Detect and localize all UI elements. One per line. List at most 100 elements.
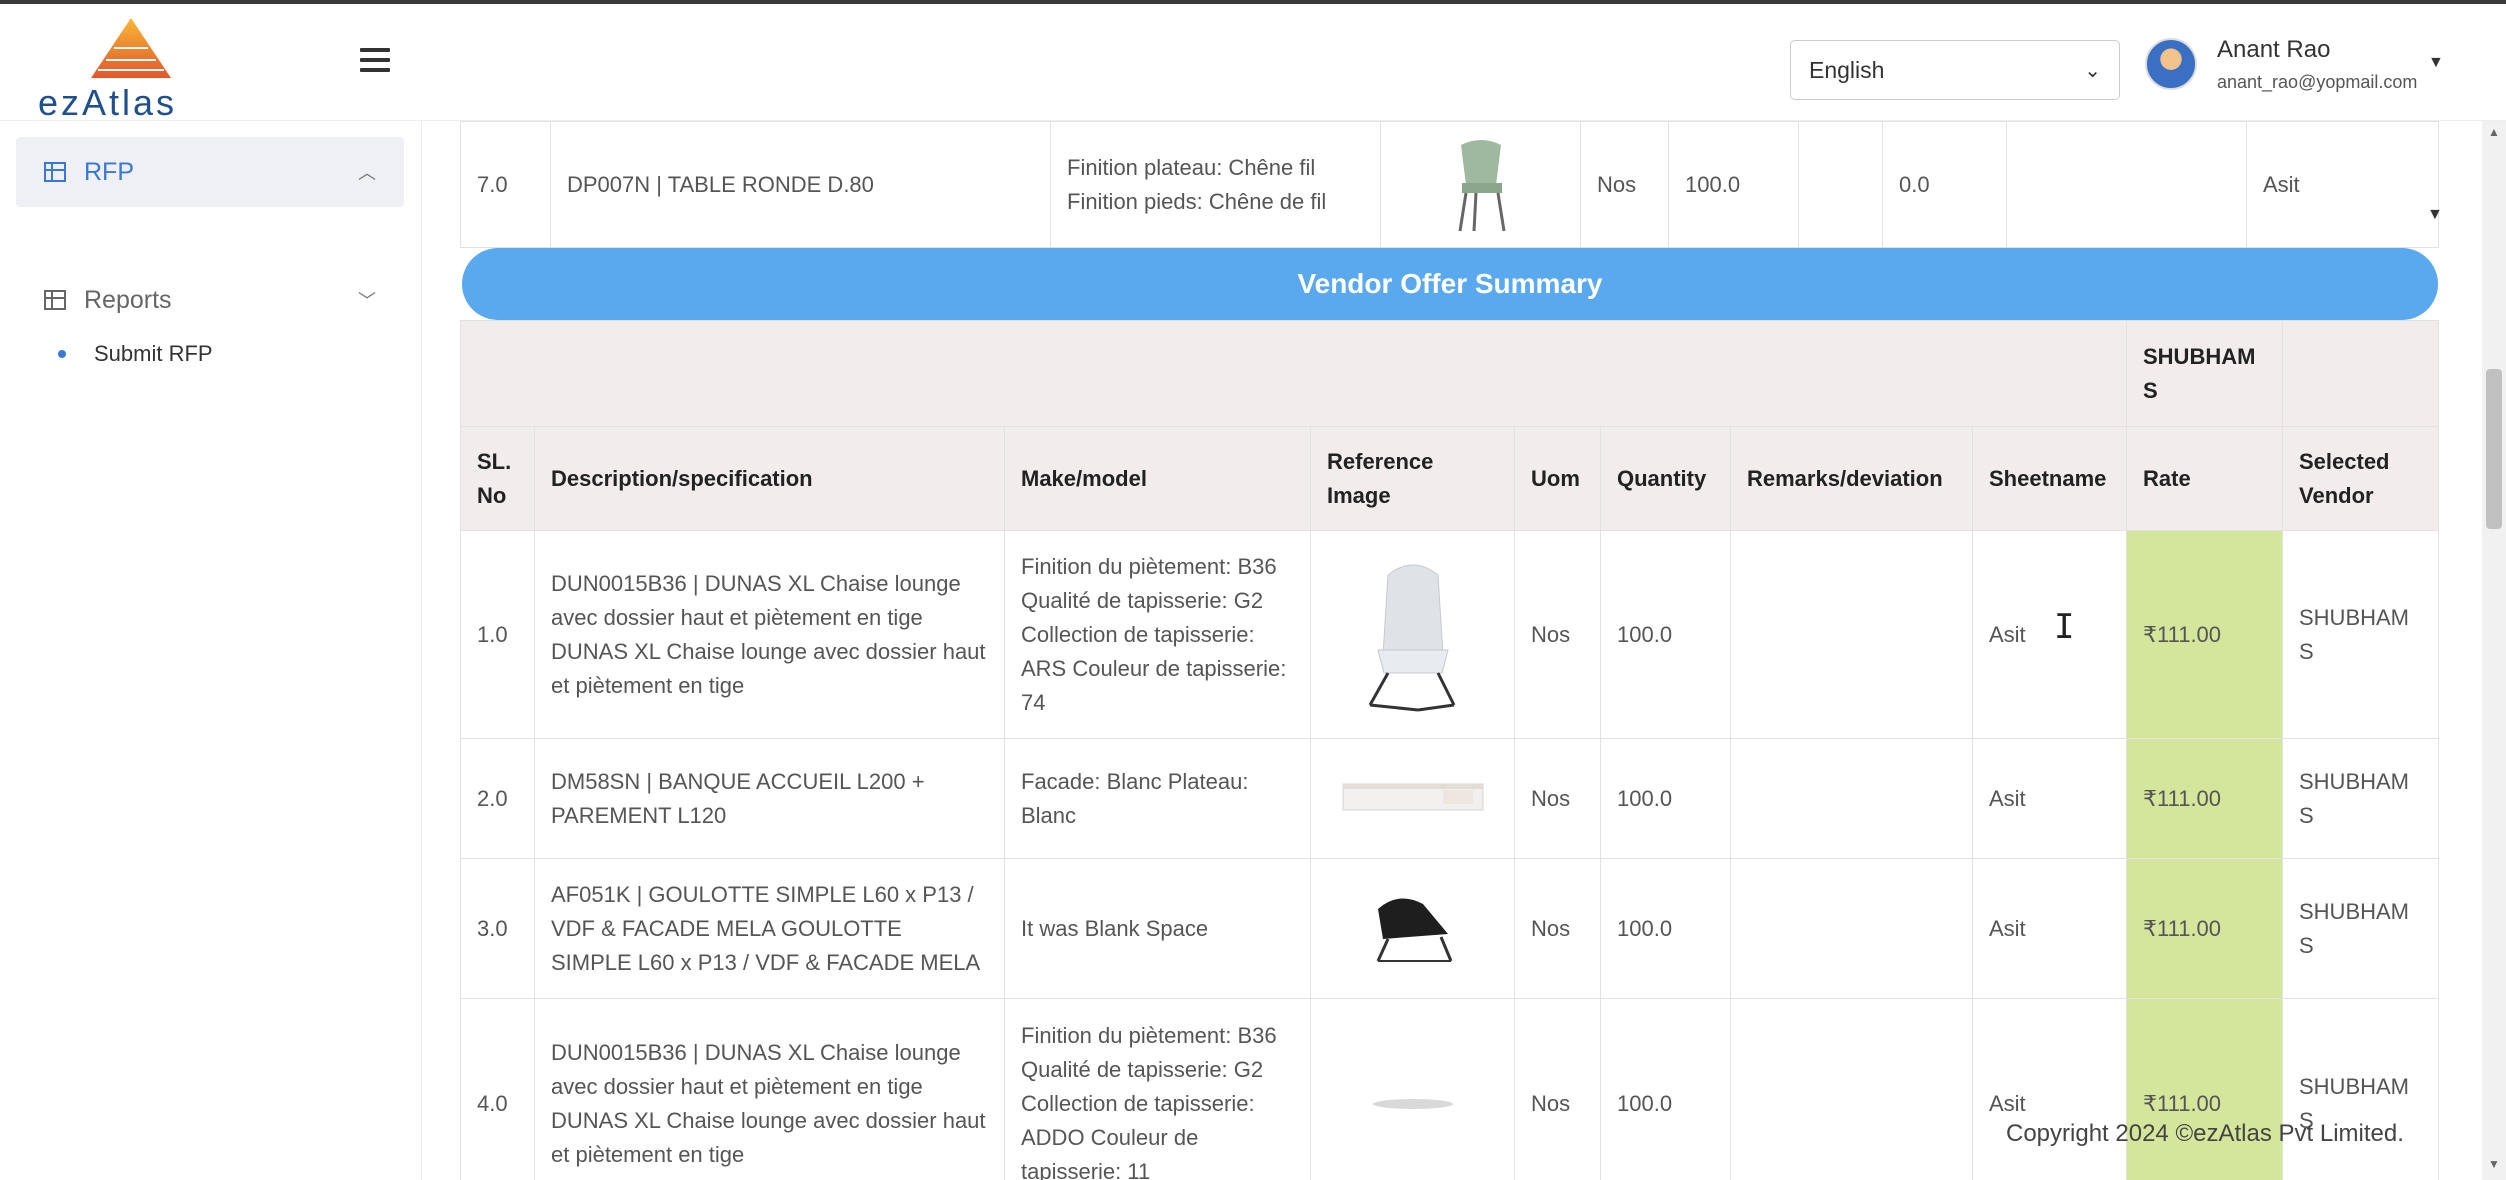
sidebar-item-label: RFP bbox=[84, 157, 134, 186]
table-row: 7.0 DP007N | TABLE RONDE D.80 Finition p… bbox=[460, 121, 2439, 248]
chevron-up-icon: ︿ bbox=[358, 163, 376, 183]
col-header-uom: Uom bbox=[1514, 426, 1601, 531]
vendor-header-row: SHUBHAMS bbox=[460, 320, 2439, 427]
description-cell: DP007N | TABLE RONDE D.80 bbox=[550, 121, 1051, 248]
reception-desk-image bbox=[1342, 783, 1483, 810]
sidebar-subitem-submit-rfp[interactable]: Submit RFP bbox=[58, 341, 213, 367]
reference-image-cell bbox=[1310, 738, 1515, 859]
rate-cell: ₹111.00 bbox=[2126, 858, 2283, 999]
user-name: Anant Rao bbox=[2217, 36, 2331, 63]
sl-cell: 7.0 bbox=[460, 121, 551, 248]
header-spacer bbox=[460, 320, 2127, 427]
main-content: 7.0 DP007N | TABLE RONDE D.80 Finition p… bbox=[460, 121, 2440, 1180]
col-header-quantity: Quantity bbox=[1600, 426, 1731, 531]
chair-green-image bbox=[1458, 139, 1505, 231]
col-header-make: Make/model bbox=[1004, 426, 1311, 531]
make-cell: It was Blank Space bbox=[1004, 858, 1311, 999]
quantity-cell: 100.0 bbox=[1600, 738, 1731, 859]
reference-image-cell bbox=[1310, 858, 1515, 999]
rate-cell: ₹111.00 bbox=[2126, 738, 2283, 859]
selected-vendor-cell: SHUBHAMS bbox=[2282, 998, 2439, 1180]
col-header-sheetname: Sheetname bbox=[1972, 426, 2127, 531]
sl-cell: 4.0 bbox=[460, 998, 535, 1180]
description-cell: DUN0015B36 | DUNAS XL Chaise lounge avec… bbox=[534, 998, 1005, 1180]
sidebar-item-label: Reports bbox=[84, 285, 172, 314]
col-header-remarks: Remarks/deviation bbox=[1730, 426, 1973, 531]
remarks-cell bbox=[1730, 530, 1973, 739]
table-row: 2.0 DM58SN | BANQUE ACCUEIL L200 + PAREM… bbox=[460, 738, 2439, 859]
scroll-down-icon[interactable]: ▼ bbox=[2488, 1157, 2500, 1171]
remarks-cell bbox=[1730, 738, 1973, 859]
sl-cell: 2.0 bbox=[460, 738, 535, 859]
col-header-reference-image: Reference Image bbox=[1310, 426, 1515, 531]
hamburger-menu-icon[interactable] bbox=[360, 48, 390, 74]
scrollbar-thumb[interactable] bbox=[2486, 369, 2502, 529]
table-scroll-down-icon[interactable]: ▼ bbox=[2427, 206, 2440, 224]
table-row: 3.0 AF051K | GOULOTTE SIMPLE L60 x P13 /… bbox=[460, 858, 2439, 999]
sheetname-cell bbox=[2006, 121, 2247, 248]
col-header-rate: Rate bbox=[2126, 426, 2283, 531]
quantity-cell: 100.0 bbox=[1600, 530, 1731, 739]
sheetname-cell: Asit bbox=[1972, 858, 2127, 999]
description-cell: DM58SN | BANQUE ACCUEIL L200 + PAREMENT … bbox=[534, 738, 1005, 859]
make-cell: Finition du piètement: B36 Qualité de ta… bbox=[1004, 530, 1311, 739]
sidebar: RFP ︿ Submit RFP Reports ﹀ bbox=[0, 121, 422, 1180]
lounge-chair-white-image bbox=[1368, 564, 1455, 711]
avatar bbox=[2145, 38, 2197, 90]
language-select[interactable]: English ⌄ bbox=[1790, 40, 2120, 100]
selected-vendor-cell: SHUBHAMS bbox=[2282, 858, 2439, 999]
make-cell: Facade: Blanc Plateau: Blanc bbox=[1004, 738, 1311, 859]
make-line: Finition plateau: Chêne fil bbox=[1067, 154, 1316, 180]
lounge-chair-black-image bbox=[1376, 898, 1452, 962]
header-spacer bbox=[2282, 320, 2439, 427]
rate-cell: 0.0 bbox=[1882, 121, 2007, 248]
column-header-row: SL. No Description/specification Make/mo… bbox=[460, 426, 2439, 531]
page-scrollbar[interactable]: ▲ ▼ bbox=[2482, 121, 2506, 1180]
selected-vendor-cell: SHUBHAMS bbox=[2282, 738, 2439, 859]
table-row: 4.0 DUN0015B36 | DUNAS XL Chaise lounge … bbox=[460, 998, 2439, 1180]
reference-image-cell bbox=[1380, 121, 1581, 248]
table-row: 1.0 DUN0015B36 | DUNAS XL Chaise lounge … bbox=[460, 530, 2439, 739]
rate-cell: ₹111.00 bbox=[2126, 530, 2283, 739]
user-caret-icon[interactable]: ▼ bbox=[2428, 54, 2444, 72]
language-value: English bbox=[1809, 56, 1885, 83]
vendor-offer-summary-header: Vendor Offer Summary bbox=[462, 248, 2438, 320]
col-header-selected-vendor: Selected Vendor bbox=[2282, 426, 2439, 531]
vendor-offer-summary-table: SHUBHAMS SL. No Description/specificatio… bbox=[460, 320, 2439, 1180]
uom-cell: Nos bbox=[1580, 121, 1669, 248]
quantity-cell: 100.0 bbox=[1600, 998, 1731, 1180]
sl-cell: 3.0 bbox=[460, 858, 535, 999]
user-menu[interactable]: Anant Rao anant_rao@yopmail.com bbox=[2145, 36, 2475, 102]
remarks-cell bbox=[1798, 121, 1883, 248]
sl-cell: 1.0 bbox=[460, 530, 535, 739]
uom-cell: Nos bbox=[1514, 530, 1601, 739]
make-cell: Finition plateau: Chêne fil Finition pie… bbox=[1050, 121, 1381, 248]
table-icon bbox=[44, 162, 66, 182]
small-item-image bbox=[1372, 1098, 1453, 1109]
bullet-icon bbox=[58, 350, 66, 358]
uom-cell: Nos bbox=[1514, 998, 1601, 1180]
description-cell: AF051K | GOULOTTE SIMPLE L60 x P13 / VDF… bbox=[534, 858, 1005, 999]
sidebar-item-reports[interactable]: Reports ﹀ bbox=[16, 265, 404, 335]
scroll-up-icon[interactable]: ▲ bbox=[2488, 125, 2500, 139]
chevron-down-icon: ﹀ bbox=[358, 291, 376, 311]
sheetname-cell: Asit bbox=[1972, 998, 2127, 1180]
make-cell: Finition du piètement: B36 Qualité de ta… bbox=[1004, 998, 1311, 1180]
sidebar-subitem-label: Submit RFP bbox=[94, 341, 213, 366]
reference-image-cell bbox=[1310, 998, 1515, 1180]
text-cursor-icon: I bbox=[2054, 607, 2075, 647]
user-email: anant_rao@yopmail.com bbox=[2217, 72, 2418, 92]
reference-image-cell bbox=[1310, 530, 1515, 739]
description-cell: DUN0015B36 | DUNAS XL Chaise lounge avec… bbox=[534, 530, 1005, 739]
footer-copyright: Copyright 2024 ©ezAtlas Pvt Limited. bbox=[2006, 1120, 2404, 1147]
sheetname-cell: Asit bbox=[1972, 530, 2127, 739]
quantity-cell: 100.0 bbox=[1668, 121, 1799, 248]
sheetname-cell: Asit bbox=[1972, 738, 2127, 859]
col-header-sl: SL. No bbox=[460, 426, 535, 531]
uom-cell: Nos bbox=[1514, 738, 1601, 859]
uom-cell: Nos bbox=[1514, 858, 1601, 999]
vendor-name-header: SHUBHAMS bbox=[2126, 320, 2283, 427]
sidebar-item-rfp[interactable]: RFP ︿ bbox=[16, 137, 404, 207]
rfp-items-table: 7.0 DP007N | TABLE RONDE D.80 Finition p… bbox=[460, 121, 2439, 248]
remarks-cell bbox=[1730, 858, 1973, 999]
